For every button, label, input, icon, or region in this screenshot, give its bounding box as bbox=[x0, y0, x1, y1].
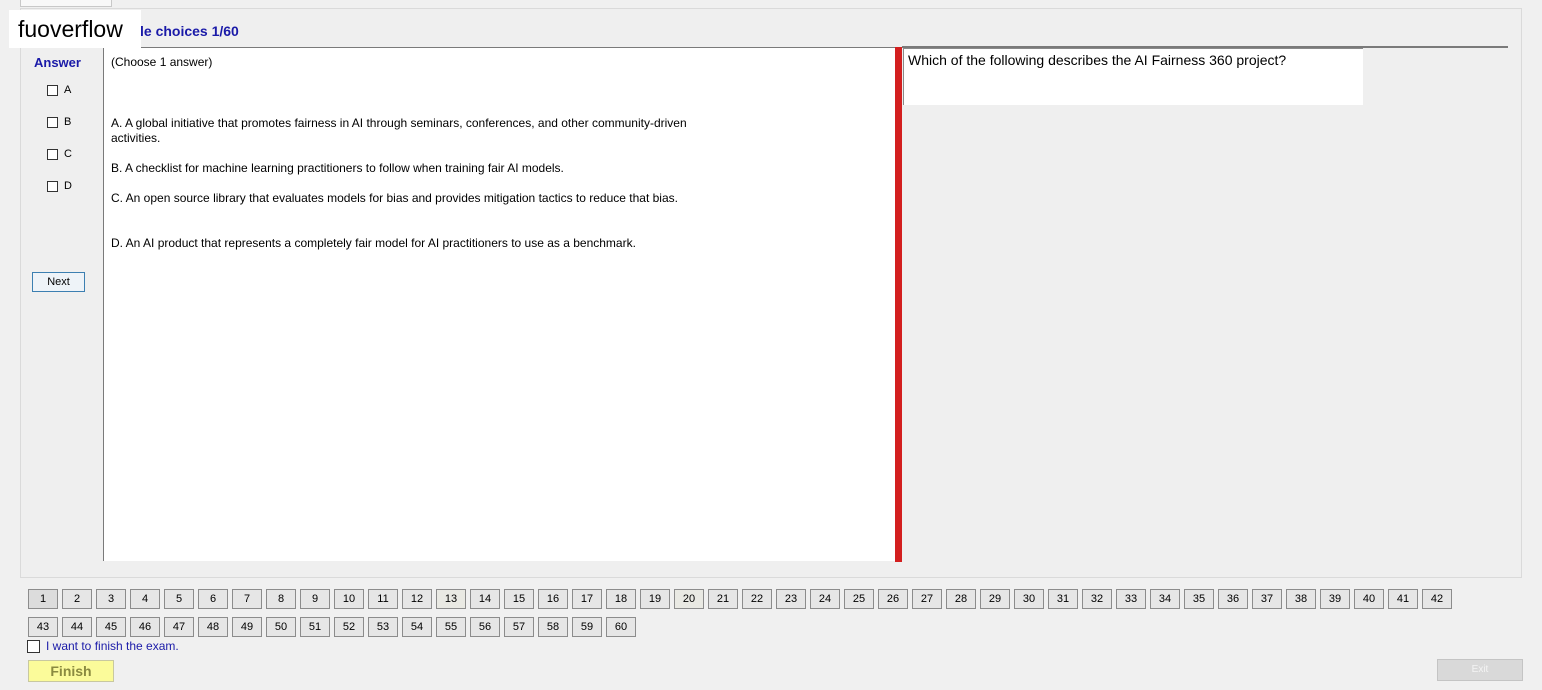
question-nav-button-8[interactable]: 8 bbox=[266, 589, 296, 609]
question-choices-area: (Choose 1 answer) A. A global initiative… bbox=[103, 47, 895, 561]
answer-option-a[interactable]: A bbox=[47, 82, 71, 98]
question-stem: Which of the following describes the AI … bbox=[903, 48, 1363, 105]
question-nav-button-2[interactable]: 2 bbox=[62, 589, 92, 609]
question-nav-button-7[interactable]: 7 bbox=[232, 589, 262, 609]
question-nav-button-37[interactable]: 37 bbox=[1252, 589, 1282, 609]
question-nav-button-36[interactable]: 36 bbox=[1218, 589, 1248, 609]
question-nav-button-13[interactable]: 13 bbox=[436, 589, 466, 609]
question-nav-button-23[interactable]: 23 bbox=[776, 589, 806, 609]
question-nav-button-33[interactable]: 33 bbox=[1116, 589, 1146, 609]
finish-confirm-row[interactable]: I want to finish the exam. bbox=[27, 639, 179, 653]
question-nav-button-19[interactable]: 19 bbox=[640, 589, 670, 609]
question-nav-button-26[interactable]: 26 bbox=[878, 589, 908, 609]
section-title: le choices 1/60 bbox=[140, 23, 239, 39]
question-nav-button-39[interactable]: 39 bbox=[1320, 589, 1350, 609]
question-nav-button-52[interactable]: 52 bbox=[334, 617, 364, 637]
question-nav-button-21[interactable]: 21 bbox=[708, 589, 738, 609]
question-nav-button-11[interactable]: 11 bbox=[368, 589, 398, 609]
question-nav-button-30[interactable]: 30 bbox=[1014, 589, 1044, 609]
question-nav-button-5[interactable]: 5 bbox=[164, 589, 194, 609]
question-nav-button-34[interactable]: 34 bbox=[1150, 589, 1180, 609]
question-nav-button-15[interactable]: 15 bbox=[504, 589, 534, 609]
brand-watermark: fuoverflow bbox=[9, 10, 141, 48]
question-nav-button-43[interactable]: 43 bbox=[28, 617, 58, 637]
question-nav-button-57[interactable]: 57 bbox=[504, 617, 534, 637]
finish-button[interactable]: Finish bbox=[28, 660, 114, 682]
question-nav-button-45[interactable]: 45 bbox=[96, 617, 126, 637]
question-nav-button-6[interactable]: 6 bbox=[198, 589, 228, 609]
question-nav-button-60[interactable]: 60 bbox=[606, 617, 636, 637]
question-nav-button-24[interactable]: 24 bbox=[810, 589, 840, 609]
answer-checkbox-b[interactable] bbox=[47, 116, 58, 128]
answer-option-b[interactable]: B bbox=[47, 114, 71, 130]
question-nav-button-41[interactable]: 41 bbox=[1388, 589, 1418, 609]
question-nav-button-56[interactable]: 56 bbox=[470, 617, 500, 637]
answer-checkbox-c[interactable] bbox=[47, 148, 58, 160]
answer-checkbox-a[interactable] bbox=[47, 84, 58, 96]
question-nav-button-25[interactable]: 25 bbox=[844, 589, 874, 609]
question-nav-button-4[interactable]: 4 bbox=[130, 589, 160, 609]
answer-option-c[interactable]: C bbox=[47, 146, 72, 162]
top-tab-stub bbox=[20, 0, 112, 7]
choice-d-text: D. An AI product that represents a compl… bbox=[111, 236, 636, 250]
question-nav-button-20[interactable]: 20 bbox=[674, 589, 704, 609]
question-nav-button-12[interactable]: 12 bbox=[402, 589, 432, 609]
question-nav-button-14[interactable]: 14 bbox=[470, 589, 500, 609]
question-nav-button-48[interactable]: 48 bbox=[198, 617, 228, 637]
finish-confirm-checkbox[interactable] bbox=[27, 639, 40, 653]
question-nav-button-42[interactable]: 42 bbox=[1422, 589, 1452, 609]
answer-option-label: B bbox=[64, 116, 72, 128]
question-nav-button-59[interactable]: 59 bbox=[572, 617, 602, 637]
question-nav-button-10[interactable]: 10 bbox=[334, 589, 364, 609]
question-nav-button-51[interactable]: 51 bbox=[300, 617, 330, 637]
question-nav-button-28[interactable]: 28 bbox=[946, 589, 976, 609]
question-nav-button-44[interactable]: 44 bbox=[62, 617, 92, 637]
choice-c-text: C. An open source library that evaluates… bbox=[111, 191, 678, 205]
splitter-bar[interactable] bbox=[895, 47, 902, 562]
question-nav-button-22[interactable]: 22 bbox=[742, 589, 772, 609]
finish-confirm-label: I want to finish the exam. bbox=[46, 639, 179, 653]
answer-label: Answer bbox=[34, 55, 81, 70]
question-nav-button-47[interactable]: 47 bbox=[164, 617, 194, 637]
answer-option-label: C bbox=[64, 148, 72, 160]
question-nav-button-49[interactable]: 49 bbox=[232, 617, 262, 637]
question-nav-button-40[interactable]: 40 bbox=[1354, 589, 1384, 609]
question-nav-button-18[interactable]: 18 bbox=[606, 589, 636, 609]
question-nav-button-16[interactable]: 16 bbox=[538, 589, 568, 609]
question-nav-button-1[interactable]: 1 bbox=[28, 589, 58, 609]
choice-a-text: A. A global initiative that promotes fai… bbox=[111, 116, 687, 145]
question-nav-button-3[interactable]: 3 bbox=[96, 589, 126, 609]
question-nav-button-17[interactable]: 17 bbox=[572, 589, 602, 609]
question-nav-button-50[interactable]: 50 bbox=[266, 617, 296, 637]
question-nav-button-29[interactable]: 29 bbox=[980, 589, 1010, 609]
question-nav-button-53[interactable]: 53 bbox=[368, 617, 398, 637]
question-nav-button-31[interactable]: 31 bbox=[1048, 589, 1078, 609]
question-nav-button-54[interactable]: 54 bbox=[402, 617, 432, 637]
answer-option-label: D bbox=[64, 180, 72, 192]
answer-option-d[interactable]: D bbox=[47, 178, 72, 194]
exit-button[interactable]: Exit bbox=[1437, 659, 1523, 681]
question-nav-button-46[interactable]: 46 bbox=[130, 617, 160, 637]
next-button[interactable]: Next bbox=[32, 272, 85, 292]
choice-b-text: B. A checklist for machine learning prac… bbox=[111, 161, 564, 175]
question-nav-button-9[interactable]: 9 bbox=[300, 589, 330, 609]
question-nav-button-55[interactable]: 55 bbox=[436, 617, 466, 637]
question-nav-button-38[interactable]: 38 bbox=[1286, 589, 1316, 609]
question-nav-button-32[interactable]: 32 bbox=[1082, 589, 1112, 609]
question-nav-button-27[interactable]: 27 bbox=[912, 589, 942, 609]
question-nav-button-58[interactable]: 58 bbox=[538, 617, 568, 637]
question-nav-button-35[interactable]: 35 bbox=[1184, 589, 1214, 609]
choose-instruction: (Choose 1 answer) bbox=[111, 55, 213, 69]
answer-checkbox-d[interactable] bbox=[47, 180, 58, 192]
answer-option-label: A bbox=[64, 84, 72, 96]
